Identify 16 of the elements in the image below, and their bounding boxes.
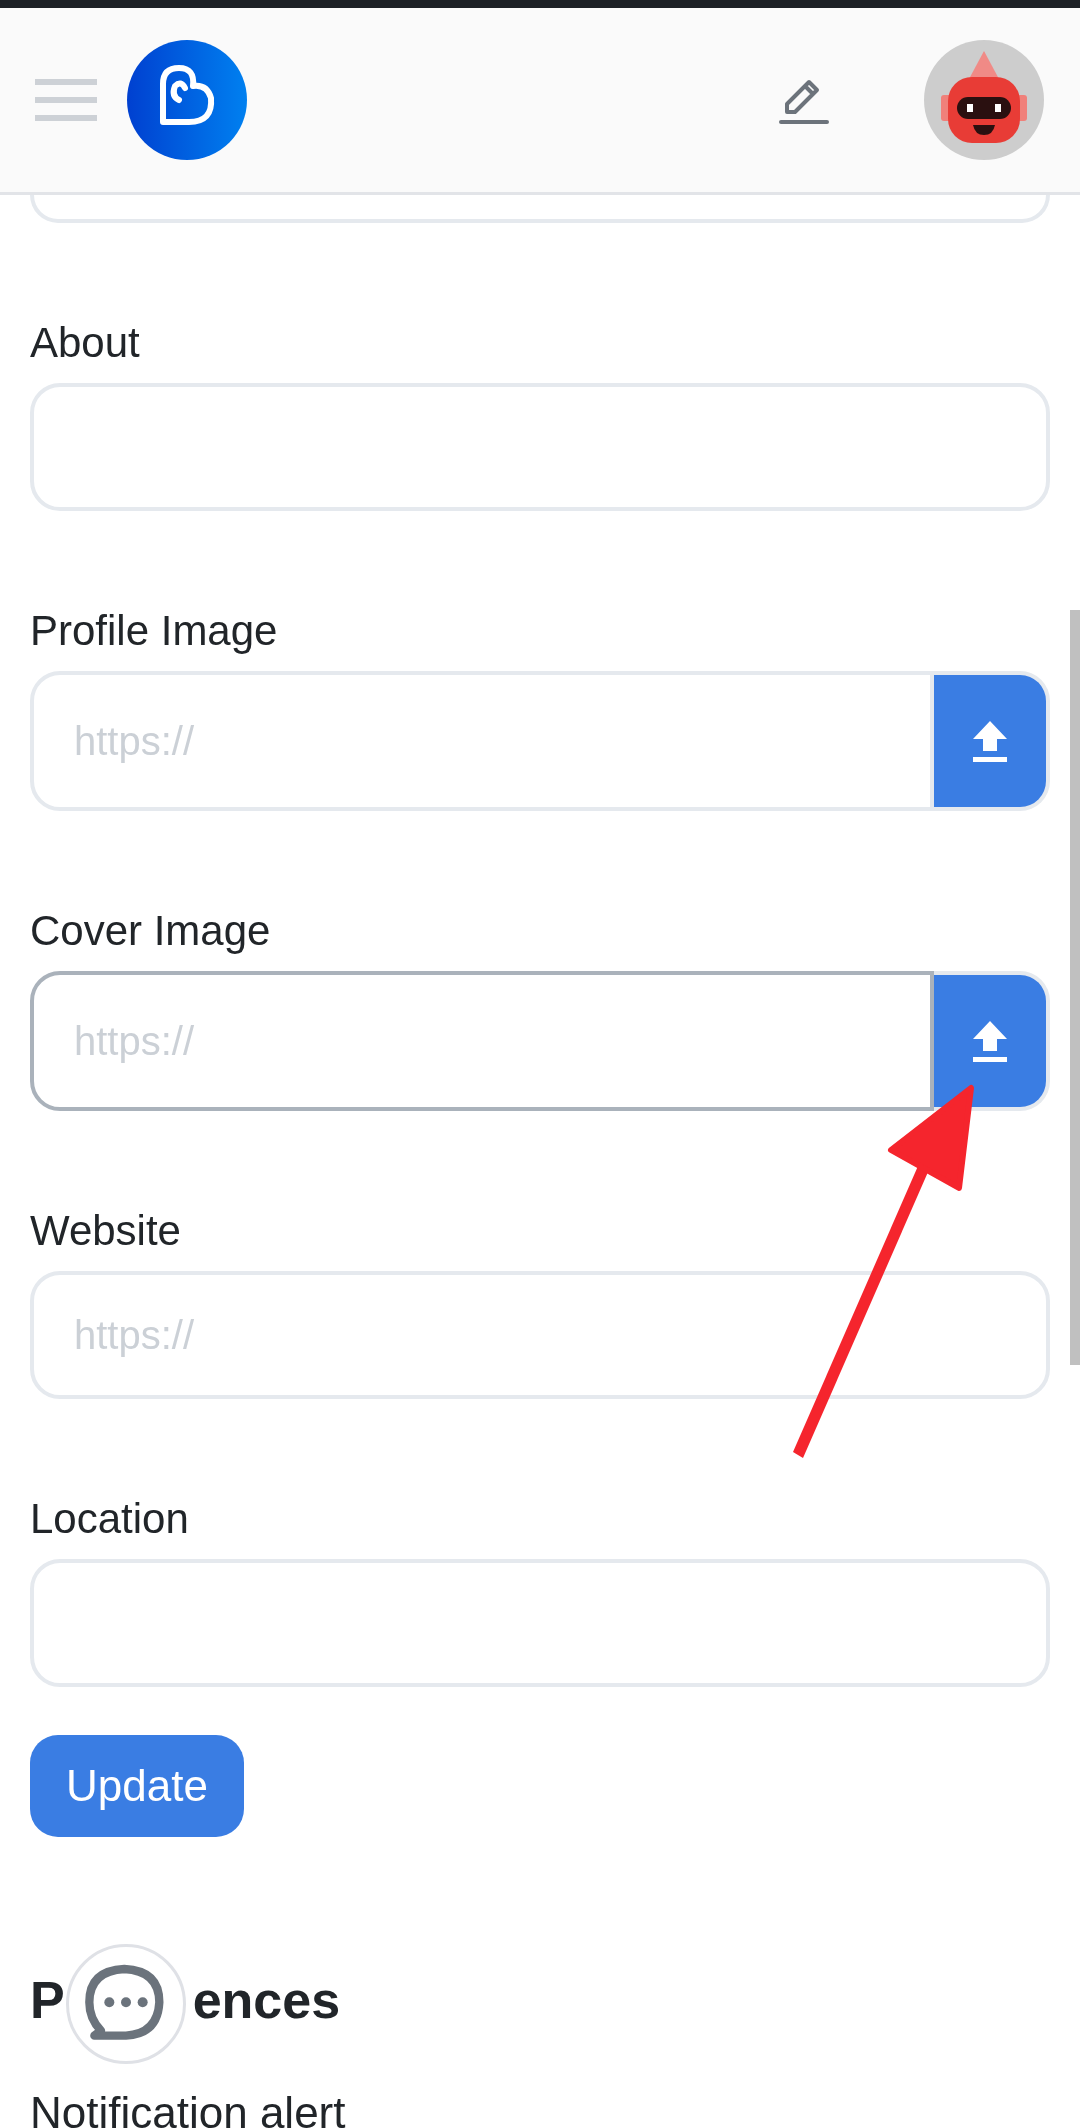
field-label: Location bbox=[30, 1494, 189, 1544]
field-label: Profile Image bbox=[30, 606, 278, 656]
setting-label: Notification alert bbox=[30, 2087, 346, 2128]
update-button[interactable]: Update bbox=[30, 1735, 244, 1837]
field-label: Website bbox=[30, 1206, 181, 1256]
upload-icon bbox=[971, 719, 1009, 763]
scrollbar[interactable] bbox=[1070, 610, 1080, 1365]
section-heading: P bbox=[30, 1970, 65, 2031]
section-heading: ences bbox=[192, 1970, 341, 2031]
upload-button[interactable] bbox=[934, 971, 1050, 1111]
field-label: About bbox=[30, 318, 140, 368]
logo-icon[interactable] bbox=[127, 40, 247, 160]
upload-icon bbox=[971, 1019, 1009, 1063]
avatar[interactable] bbox=[923, 39, 1045, 161]
upload-button[interactable] bbox=[934, 671, 1050, 811]
field-label: Cover Image bbox=[30, 906, 271, 956]
